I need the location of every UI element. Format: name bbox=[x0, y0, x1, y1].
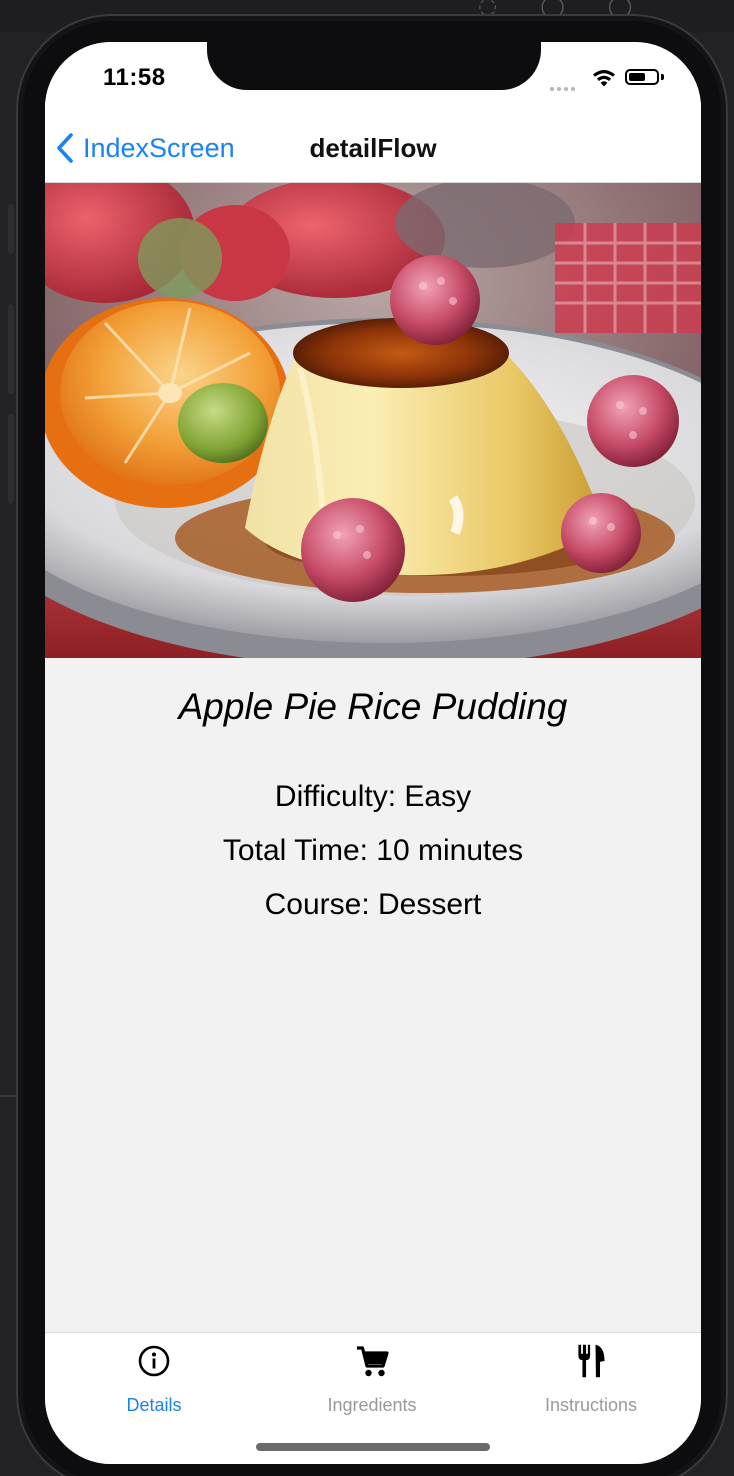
info-icon bbox=[138, 1345, 170, 1377]
volume-down-button bbox=[8, 414, 14, 504]
dessert-photo bbox=[45, 183, 701, 658]
simulator-window: ◌ ◯ ◯ 11:58 IndexScreen detailFlow Apple… bbox=[0, 0, 734, 1476]
tab-details[interactable]: Details bbox=[64, 1343, 244, 1415]
tab-ingredients-label: Ingredients bbox=[327, 1395, 417, 1415]
tab-details-label: Details bbox=[126, 1395, 182, 1415]
tab-bar: Details Ingredients Instructions bbox=[45, 1332, 701, 1464]
cellular-signal-icon bbox=[550, 78, 578, 96]
recipe-title: Apple Pie Rice Pudding bbox=[178, 686, 568, 727]
silent-switch bbox=[8, 204, 14, 254]
notch bbox=[207, 42, 541, 90]
volume-up-button bbox=[8, 304, 14, 394]
battery-tip bbox=[661, 74, 664, 80]
cart-icon bbox=[357, 1346, 389, 1377]
recipe-difficulty: Difficulty: Easy bbox=[274, 780, 472, 813]
tab-instructions[interactable]: Instructions bbox=[501, 1343, 681, 1415]
utensils-icon bbox=[578, 1344, 605, 1378]
home-indicator[interactable] bbox=[256, 1443, 490, 1451]
navigation-bar: IndexScreen detailFlow bbox=[45, 102, 701, 183]
tab-instructions-label: Instructions bbox=[544, 1395, 638, 1415]
status-time: 11:58 bbox=[103, 64, 166, 91]
app-screen: 11:58 IndexScreen detailFlow Apple Pie R… bbox=[45, 42, 701, 1464]
recipe-total-time: Total Time: 10 minutes bbox=[222, 834, 524, 867]
wifi-icon bbox=[593, 70, 615, 87]
tab-ingredients[interactable]: Ingredients bbox=[282, 1343, 462, 1415]
nav-title: detailFlow bbox=[309, 133, 437, 163]
recipe-image bbox=[45, 183, 701, 658]
battery-level bbox=[629, 73, 645, 81]
battery-icon bbox=[625, 69, 659, 85]
recipe-course: Course: Dessert bbox=[264, 888, 482, 921]
